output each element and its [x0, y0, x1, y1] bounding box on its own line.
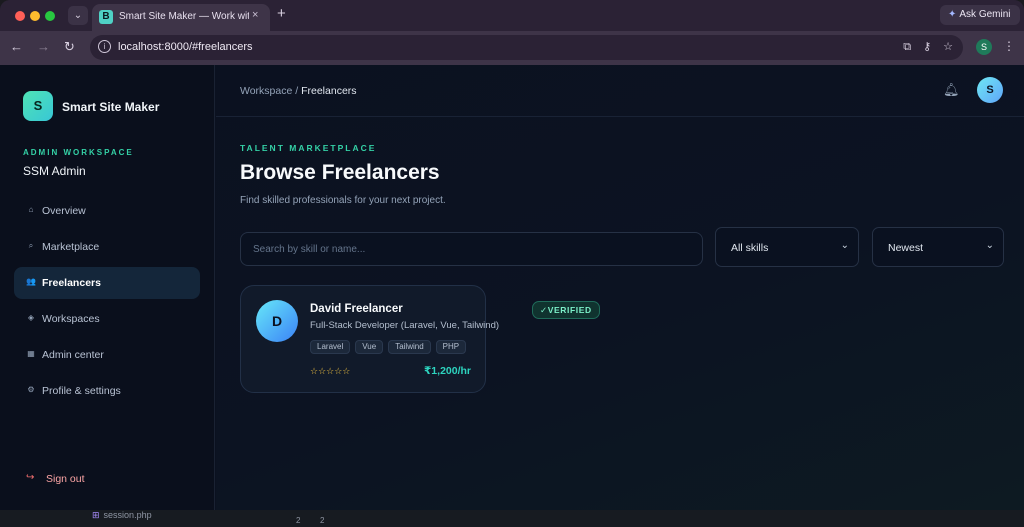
- browser-menu-icon[interactable]: ⋮: [1003, 39, 1015, 53]
- app-root: S Smart Site Maker ADMIN WORKSPACE SSM A…: [0, 65, 1024, 510]
- background-editor-strip: ⊞ session.php 2 2: [0, 510, 1024, 527]
- tab-close-icon[interactable]: ×: [252, 9, 258, 21]
- search-input[interactable]: Search by skill or name...: [240, 232, 703, 266]
- top-bar: Workspace / Freelancers 🔔︎ S: [216, 65, 1024, 117]
- brand-name[interactable]: Smart Site Maker: [62, 100, 159, 114]
- breadcrumb: Workspace / Freelancers: [240, 85, 357, 97]
- sidebar-item-admin-center[interactable]: ▦ Admin center: [14, 339, 200, 371]
- ask-gemini-label: Ask Gemini: [959, 9, 1011, 20]
- sidebar: S Smart Site Maker ADMIN WORKSPACE SSM A…: [0, 65, 215, 510]
- browser-window: ⌄ B Smart Site Maker — Work with × + ✦ As…: [0, 0, 1024, 527]
- browser-tab[interactable]: B Smart Site Maker — Work with ×: [92, 4, 270, 31]
- address-bar[interactable]: i localhost:8000/#freelancers ⧉ ⚷ ☆: [90, 35, 963, 60]
- gemini-sparkle-icon: ✦: [948, 9, 957, 20]
- sort-value: Newest: [888, 242, 924, 254]
- php-file-icon: ⊞: [92, 510, 100, 520]
- search-placeholder: Search by skill or name...: [253, 244, 366, 255]
- skill-tag: Tailwind: [388, 340, 431, 354]
- sidebar-item-profile-settings[interactable]: ⚙ Profile & settings: [14, 375, 200, 407]
- gear-icon: ⚙: [27, 385, 35, 394]
- breadcrumb-separator: /: [292, 85, 302, 97]
- sidebar-item-workspaces[interactable]: ◈ Workspaces: [14, 303, 200, 335]
- sign-out-label: Sign out: [46, 473, 85, 485]
- sidebar-item-label: Profile & settings: [42, 385, 121, 397]
- page-kicker: TALENT MARKETPLACE: [240, 143, 377, 153]
- tab-favicon-icon: B: [99, 10, 113, 24]
- tab-search-chevron-icon[interactable]: ⌄: [68, 6, 88, 25]
- editor-line-number: 2: [296, 516, 301, 525]
- freelancer-role: Full-Stack Developer (Laravel, Vue, Tail…: [310, 320, 500, 331]
- sidebar-item-overview[interactable]: ⌂ Overview: [14, 195, 200, 227]
- verified-badge: ✓VERIFIED: [532, 301, 600, 319]
- sidebar-item-label: Workspaces: [42, 313, 100, 325]
- main-content: Workspace / Freelancers 🔔︎ S TALENT MARK…: [216, 65, 1024, 510]
- tag-icon: ⌕: [28, 241, 34, 250]
- grid-icon: ▦: [27, 349, 35, 358]
- skill-tag: PHP: [435, 340, 467, 354]
- diamond-icon: ◈: [27, 313, 35, 322]
- sidebar-item-label: Freelancers: [42, 277, 101, 289]
- browser-profile-avatar[interactable]: S: [976, 39, 992, 55]
- freelancer-name[interactable]: David Freelancer: [310, 303, 403, 315]
- page-title: Browse Freelancers: [240, 161, 440, 184]
- rating-stars-icon: ☆☆☆☆☆: [310, 366, 351, 376]
- skill-tags: Laravel Vue Tailwind PHP: [310, 340, 467, 354]
- cast-icon[interactable]: ⧉: [903, 41, 911, 53]
- back-arrow-icon[interactable]: ←: [10, 39, 23, 54]
- editor-file-name: session.php: [103, 510, 152, 520]
- new-tab-button[interactable]: +: [277, 5, 286, 22]
- chevron-down-icon: ⌄: [985, 240, 994, 251]
- tab-title: Smart Site Maker — Work with: [119, 11, 249, 22]
- bell-icon[interactable]: 🔔︎: [943, 82, 960, 98]
- skills-filter-value: All skills: [731, 242, 769, 254]
- page-subtitle: Find skilled professionals for your next…: [240, 195, 446, 206]
- workspace-kicker: ADMIN WORKSPACE: [23, 148, 134, 157]
- tab-strip: ⌄ B Smart Site Maker — Work with × + ✦ As…: [0, 0, 1024, 31]
- users-icon: 👥: [26, 277, 36, 286]
- reload-icon[interactable]: ↻: [64, 39, 75, 55]
- breadcrumb-parent[interactable]: Workspace: [240, 85, 292, 97]
- skills-filter-select[interactable]: All skills ⌄: [715, 227, 859, 267]
- user-avatar[interactable]: S: [977, 77, 1003, 103]
- sidebar-item-label: Marketplace: [42, 241, 100, 253]
- freelancer-avatar: D: [256, 300, 298, 342]
- maximize-window-button[interactable]: [45, 11, 55, 21]
- site-info-icon[interactable]: i: [98, 40, 111, 53]
- editor-line-number: 2: [320, 516, 325, 525]
- address-bar-actions: ⧉ ⚷ ☆: [891, 40, 953, 54]
- sign-out-icon: ↪: [26, 472, 35, 483]
- password-key-icon[interactable]: ⚷: [923, 41, 931, 53]
- ask-gemini-button[interactable]: ✦ Ask Gemini: [940, 5, 1020, 25]
- brand-logo[interactable]: S: [23, 91, 53, 121]
- close-window-button[interactable]: [15, 11, 25, 21]
- breadcrumb-current: Freelancers: [301, 85, 357, 97]
- minimize-window-button[interactable]: [30, 11, 40, 21]
- home-icon: ⌂: [28, 205, 34, 214]
- browser-toolbar: ← → ↻ i localhost:8000/#freelancers ⧉ ⚷ ☆ …: [0, 31, 1024, 65]
- address-url[interactable]: localhost:8000/#freelancers: [118, 41, 253, 53]
- hourly-rate: ₹1,200/hr: [424, 365, 471, 377]
- sidebar-item-freelancers[interactable]: 👥 Freelancers: [14, 267, 200, 299]
- bookmark-star-icon[interactable]: ☆: [943, 41, 953, 53]
- forward-arrow-icon[interactable]: →: [37, 39, 50, 54]
- sidebar-item-marketplace[interactable]: ⌕ Marketplace: [14, 231, 200, 263]
- sort-select[interactable]: Newest ⌄: [872, 227, 1004, 267]
- skill-tag: Vue: [355, 340, 384, 354]
- sidebar-item-label: Overview: [42, 205, 86, 217]
- freelancer-card[interactable]: D David Freelancer Full-Stack Developer …: [240, 285, 499, 393]
- chevron-down-icon: ⌄: [840, 240, 849, 251]
- workspace-name: SSM Admin: [23, 164, 86, 178]
- editor-file-entry: ⊞ session.php: [92, 510, 152, 521]
- sidebar-item-label: Admin center: [42, 349, 104, 361]
- skill-tag: Laravel: [310, 340, 351, 354]
